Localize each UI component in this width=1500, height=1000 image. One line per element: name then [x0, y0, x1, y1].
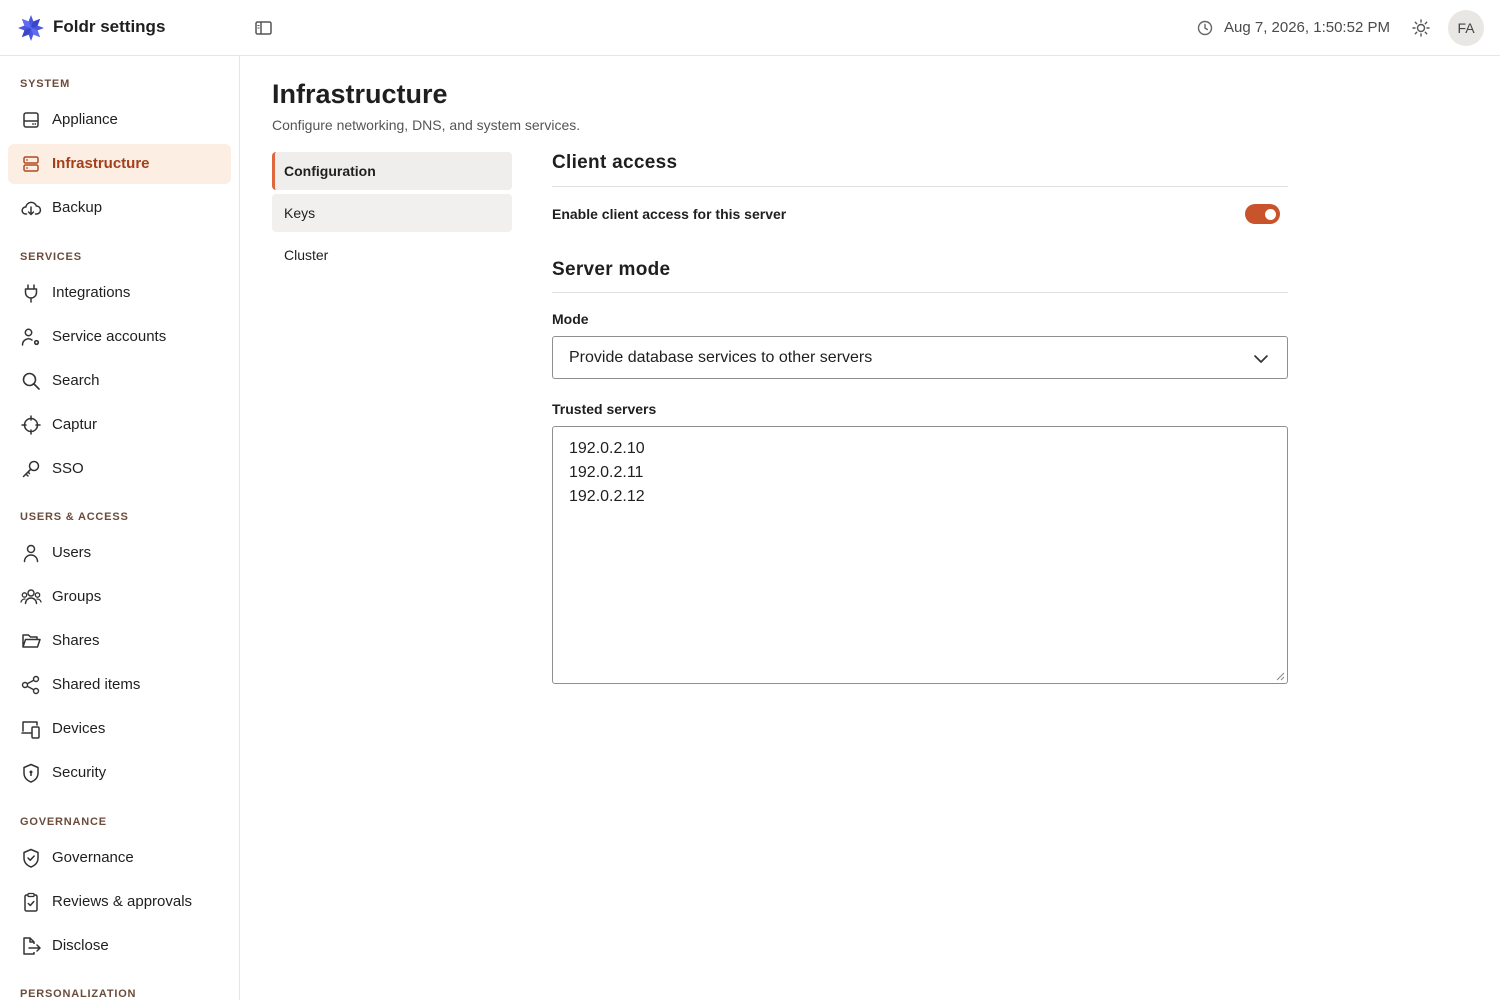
share-icon — [21, 675, 40, 695]
sidebar-item-label: Appliance — [52, 111, 118, 128]
sidebar-item-infrastructure[interactable]: Infrastructure — [8, 144, 231, 184]
sidebar-item-label: Shares — [52, 632, 100, 649]
sidebar-item-label: Disclose — [52, 937, 109, 954]
datetime: Aug 7, 2026, 1:50:52 PM — [1224, 19, 1390, 36]
clock-icon — [1197, 20, 1213, 36]
devices-icon — [21, 721, 40, 739]
sidebar-toggle-icon[interactable] — [254, 19, 274, 37]
page-subtitle: Configure networking, DNS, and system se… — [272, 117, 581, 133]
user-gear-icon — [21, 328, 40, 346]
sidebar-item-label: SSO — [52, 460, 84, 477]
top-bar: Foldr settings Aug 7, 2026, 1:50:52 PM F… — [0, 0, 1500, 56]
sidebar-item-label: Users — [52, 544, 92, 561]
sidebar-item-label: Groups — [52, 588, 102, 605]
key-icon — [22, 460, 40, 478]
tab-label: Cluster — [284, 247, 329, 263]
sidebar-item-shares[interactable]: Shares — [8, 621, 231, 661]
cloud-download-icon — [21, 201, 42, 216]
users-icon — [20, 589, 42, 605]
clipboard-check-icon — [24, 892, 38, 912]
tab-label: Configuration — [284, 163, 376, 179]
section-label-services: SERVICES — [20, 251, 82, 263]
sidebar-item-search[interactable]: Search — [8, 361, 231, 401]
divider — [552, 186, 1288, 187]
shield-check-icon — [23, 848, 39, 868]
trusted-servers-textarea[interactable]: 192.0.2.10 192.0.2.11 192.0.2.12 — [552, 426, 1288, 684]
page-title: Infrastructure — [272, 79, 448, 109]
sidebar-item-label: Governance — [52, 849, 134, 866]
sun-icon[interactable] — [1410, 17, 1432, 39]
client-access-heading: Client access — [552, 152, 678, 173]
client-access-label: Enable client access for this server — [552, 206, 787, 222]
resize-grip-icon[interactable] — [1276, 672, 1285, 681]
app-title: Foldr settings — [53, 17, 166, 36]
sidebar-item-label: Security — [52, 764, 107, 781]
trusted-servers-label: Trusted servers — [552, 401, 657, 417]
sidebar-item-captur[interactable]: Captur — [8, 405, 231, 445]
sidebar-item-governance[interactable]: Governance — [8, 838, 231, 878]
sidebar-item-security[interactable]: Security — [8, 753, 231, 793]
sidebar-item-label: Shared items — [52, 676, 141, 693]
sidebar-item-label: Infrastructure — [52, 155, 150, 172]
sidebar-item-label: Integrations — [52, 284, 131, 301]
crosshair-icon — [21, 415, 41, 435]
toggle-knob — [1265, 209, 1276, 220]
server-mode-heading: Server mode — [552, 259, 671, 280]
sidebar-item-disclose[interactable]: Disclose — [8, 926, 231, 966]
tab-label: Keys — [284, 205, 316, 221]
section-label-users-access: USERS & ACCESS — [20, 511, 129, 523]
sidebar-item-backup[interactable]: Backup — [8, 188, 231, 228]
sidebar-item-label: Backup — [52, 199, 103, 216]
sidebar-item-appliance[interactable]: Appliance — [8, 100, 231, 140]
user-icon — [23, 544, 39, 563]
chevron-down-icon — [1254, 355, 1268, 363]
plug-icon — [24, 284, 38, 303]
tab-cluster[interactable]: Cluster — [272, 236, 512, 274]
sidebar-item-users[interactable]: Users — [8, 533, 231, 573]
trusted-server-line: 192.0.2.10 — [569, 440, 645, 457]
search-icon — [22, 372, 40, 390]
sidebar-item-label: Service accounts — [52, 328, 167, 345]
sidebar-item-label: Captur — [52, 416, 98, 433]
sidebar-item-integrations[interactable]: Integrations — [8, 273, 231, 313]
sidebar-item-label: Reviews & approvals — [52, 893, 193, 910]
sidebar-item-label: Search — [52, 372, 100, 389]
sidebar: SYSTEM Appliance Infrastructure Backup S… — [0, 56, 240, 1000]
section-label-system: SYSTEM — [20, 78, 71, 90]
sidebar-item-service-accounts[interactable]: Service accounts — [8, 317, 231, 357]
section-label-personalization: PERSONALIZATION — [20, 988, 137, 1000]
avatar[interactable]: FA — [1448, 10, 1484, 46]
file-export-icon — [23, 937, 41, 955]
tab-configuration[interactable]: Configuration — [272, 152, 512, 190]
sidebar-item-sso[interactable]: SSO — [8, 449, 231, 489]
sidebar-item-label: Devices — [52, 720, 106, 737]
server-icon — [23, 156, 39, 172]
section-label-governance: GOVERNANCE — [20, 816, 107, 828]
trusted-server-line: 192.0.2.12 — [569, 488, 645, 505]
sidebar-item-shared-items[interactable]: Shared items — [8, 665, 231, 705]
client-access-toggle[interactable] — [1245, 204, 1280, 224]
divider — [552, 292, 1288, 293]
sidebar-item-groups[interactable]: Groups — [8, 577, 231, 617]
sidebar-item-devices[interactable]: Devices — [8, 709, 231, 749]
appliance-icon — [23, 112, 39, 128]
tab-keys[interactable]: Keys — [272, 194, 512, 232]
sidebar-item-reviews-approvals[interactable]: Reviews & approvals — [8, 882, 231, 922]
shield-icon — [23, 763, 39, 783]
folder-open-icon — [22, 634, 41, 648]
snowflake-logo-icon — [18, 15, 44, 41]
mode-select-value: Provide database services to other serve… — [569, 349, 873, 366]
mode-select[interactable]: Provide database services to other serve… — [552, 336, 1288, 379]
mode-label: Mode — [552, 311, 589, 327]
trusted-server-line: 192.0.2.11 — [569, 464, 644, 481]
